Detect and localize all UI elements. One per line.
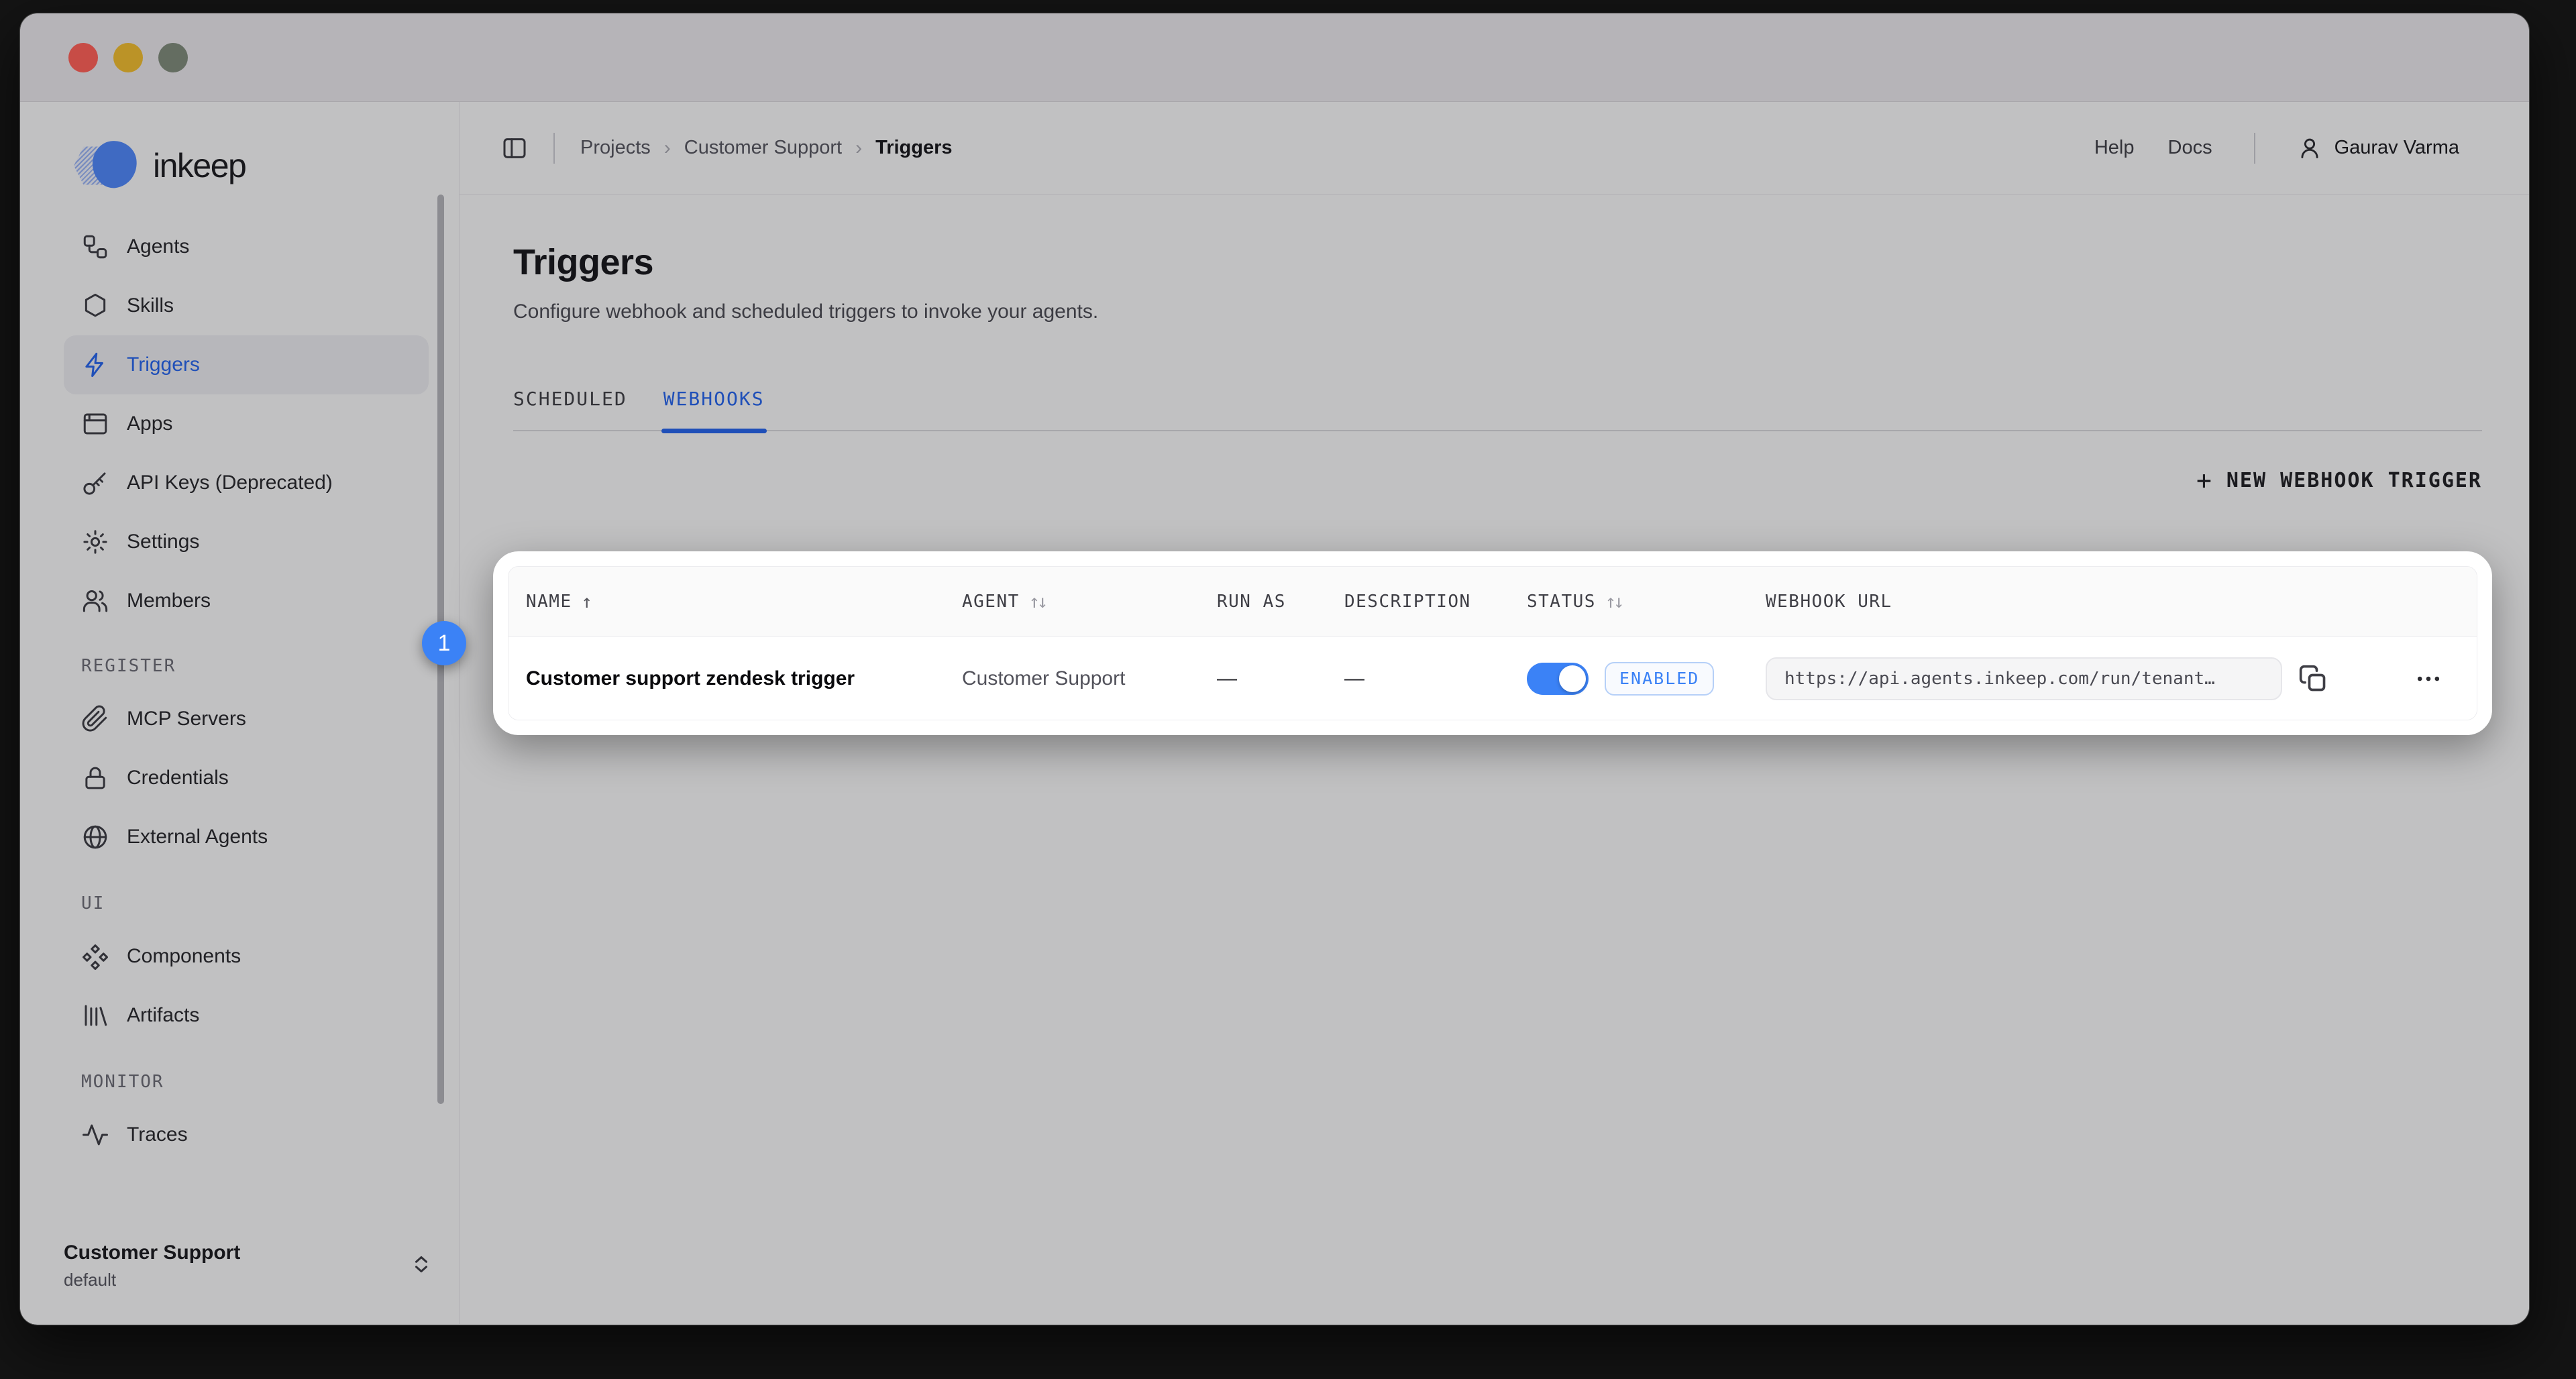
column-header-agent[interactable]: AGENT↑↓ <box>962 592 1217 612</box>
ellipsis-icon <box>2414 664 2443 694</box>
copy-icon <box>2298 664 2328 694</box>
app-window: inkeep Agents Skills Triggers <box>20 13 2529 1325</box>
column-header-webhook-url: WEBHOOK URL <box>1766 592 2477 612</box>
trigger-name-cell[interactable]: Customer support zendesk trigger <box>526 667 962 690</box>
sort-both-icon: ↑↓ <box>1605 592 1622 612</box>
status-toggle[interactable] <box>1527 663 1589 695</box>
copy-url-button[interactable] <box>2298 664 2328 694</box>
column-header-description: DESCRIPTION <box>1344 592 1527 612</box>
column-header-status[interactable]: STATUS↑↓ <box>1527 592 1766 612</box>
sort-asc-icon: ↑ <box>582 592 594 612</box>
annotated-region-1: NAME↑ AGENT↑↓ RUN AS DESCRIPTION STATUS↑… <box>493 551 2492 735</box>
status-badge: ENABLED <box>1605 662 1714 696</box>
trigger-status-cell: ENABLED <box>1527 662 1766 696</box>
column-header-run-as: RUN AS <box>1217 592 1344 612</box>
webhook-triggers-table: NAME↑ AGENT↑↓ RUN AS DESCRIPTION STATUS↑… <box>508 566 2477 720</box>
column-header-name[interactable]: NAME↑ <box>526 592 962 612</box>
sort-both-icon: ↑↓ <box>1029 592 1046 612</box>
webhook-url-field[interactable]: https://api.agents.inkeep.com/run/tenant… <box>1766 657 2282 700</box>
trigger-webhook-url-cell: https://api.agents.inkeep.com/run/tenant… <box>1766 657 2477 700</box>
trigger-description-cell: — <box>1344 667 1527 690</box>
annotation-badge-1: 1 <box>422 621 466 665</box>
table-header-row: NAME↑ AGENT↑↓ RUN AS DESCRIPTION STATUS↑… <box>508 567 2477 637</box>
table-row: Customer support zendesk trigger Custome… <box>508 637 2477 720</box>
trigger-run-as-cell: — <box>1217 667 1344 690</box>
trigger-agent-cell: Customer Support <box>962 667 1217 690</box>
row-actions-button[interactable] <box>2414 664 2443 694</box>
